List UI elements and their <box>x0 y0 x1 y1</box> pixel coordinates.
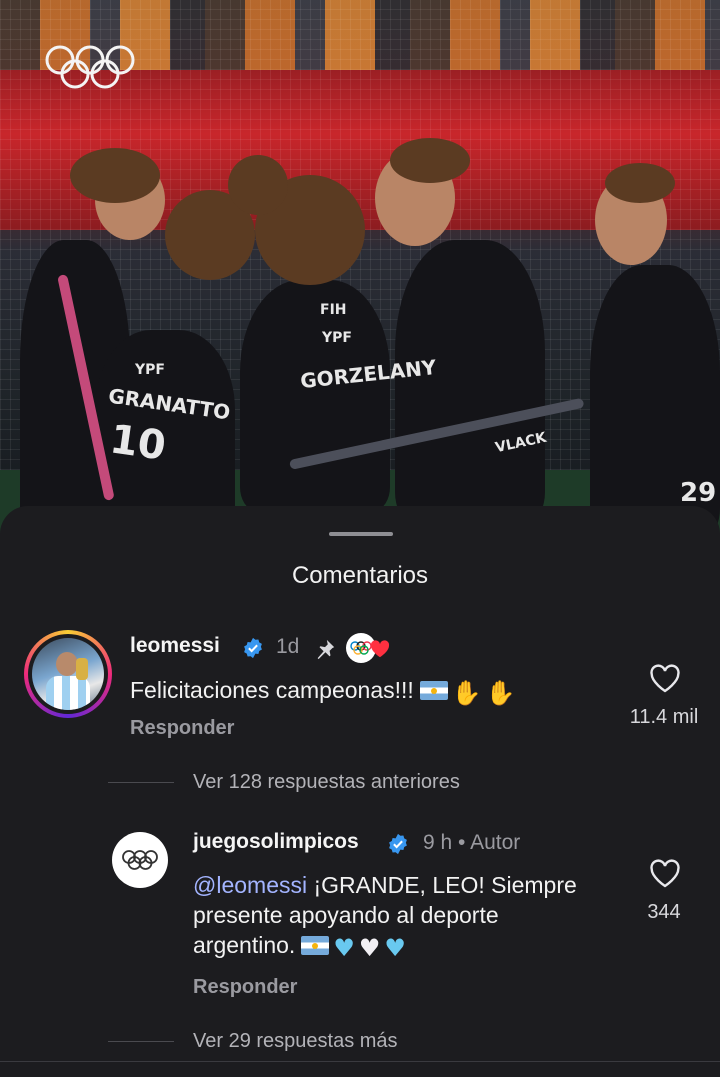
bottom-divider <box>0 1061 720 1062</box>
comment-time: 1d <box>276 635 300 658</box>
comment-body: Felicitaciones campeonas!!! <box>130 677 414 703</box>
comment-time: 9 h • Autor <box>423 831 520 855</box>
time-value: 9 h <box>423 831 453 854</box>
view-more-replies[interactable]: Ver 29 respuestas más <box>193 1030 398 1053</box>
white-heart-icon: ♥ <box>358 934 381 962</box>
sheet-title: Comentarios <box>291 562 429 589</box>
reply-button[interactable]: Responder <box>193 976 297 999</box>
player-hair <box>390 138 470 183</box>
author-tag: Autor <box>470 831 521 854</box>
comments-sheet: Comentarios leomessi 1d Felicitaciones c… <box>0 506 720 1077</box>
jersey-sponsor-ypf: YPF <box>135 362 165 378</box>
avatar-juegosolimpicos[interactable] <box>112 832 168 888</box>
verified-badge-icon <box>244 637 262 659</box>
clapping-hands-icon: ✋ <box>485 679 516 707</box>
mention-link[interactable]: @leomessi <box>193 872 307 898</box>
like-count: 11.4 mil <box>629 706 699 728</box>
jersey-number-10: 10 <box>107 416 169 470</box>
drag-handle[interactable] <box>329 532 393 536</box>
username-juegosolimpicos[interactable]: juegosolimpicos <box>193 830 359 854</box>
flag-argentina-icon <box>419 681 448 700</box>
jersey-number-29: 29 <box>680 478 717 508</box>
clapping-hands-icon: ✋ <box>451 679 482 707</box>
player-gorzelany <box>240 280 390 510</box>
red-heart-icon <box>370 640 390 658</box>
pin-icon <box>317 639 335 660</box>
jersey-sponsor-ypf: YPF <box>322 330 352 346</box>
comment-text-leomessi: Felicitaciones campeonas!!! ✋ ✋ <box>130 675 516 708</box>
flag-argentina-icon <box>301 936 330 955</box>
dot-separator: • <box>458 831 471 854</box>
comment-text-juegosolimpicos: @leomessi ¡GRANDE, LEO! Siempre presente… <box>193 870 603 963</box>
verified-badge-icon <box>389 833 407 855</box>
view-previous-replies[interactable]: Ver 128 respuestas anteriores <box>193 771 460 794</box>
light-blue-heart-icon: ♥ <box>384 934 406 962</box>
player-hair <box>605 163 675 203</box>
light-blue-heart-icon: ♥ <box>333 934 355 962</box>
like-heart-icon[interactable] <box>649 664 681 694</box>
thread-divider <box>108 782 174 783</box>
player-hair <box>228 155 288 215</box>
avatar-leomessi[interactable] <box>24 630 112 718</box>
player-hair <box>70 148 160 203</box>
username-leomessi[interactable]: leomessi <box>130 634 220 658</box>
reply-button[interactable]: Responder <box>130 717 234 740</box>
liked-by-author-indicator <box>346 633 392 663</box>
jersey-logo-fih: FIH <box>320 302 347 318</box>
like-heart-icon[interactable] <box>649 859 681 889</box>
like-count: 344 <box>647 901 681 923</box>
post-photo: FIH YPF GORZELANY YPF GRANATTO 10 29 VLA… <box>0 0 720 560</box>
olympic-rings-watermark <box>45 45 135 89</box>
thread-divider <box>108 1041 174 1042</box>
